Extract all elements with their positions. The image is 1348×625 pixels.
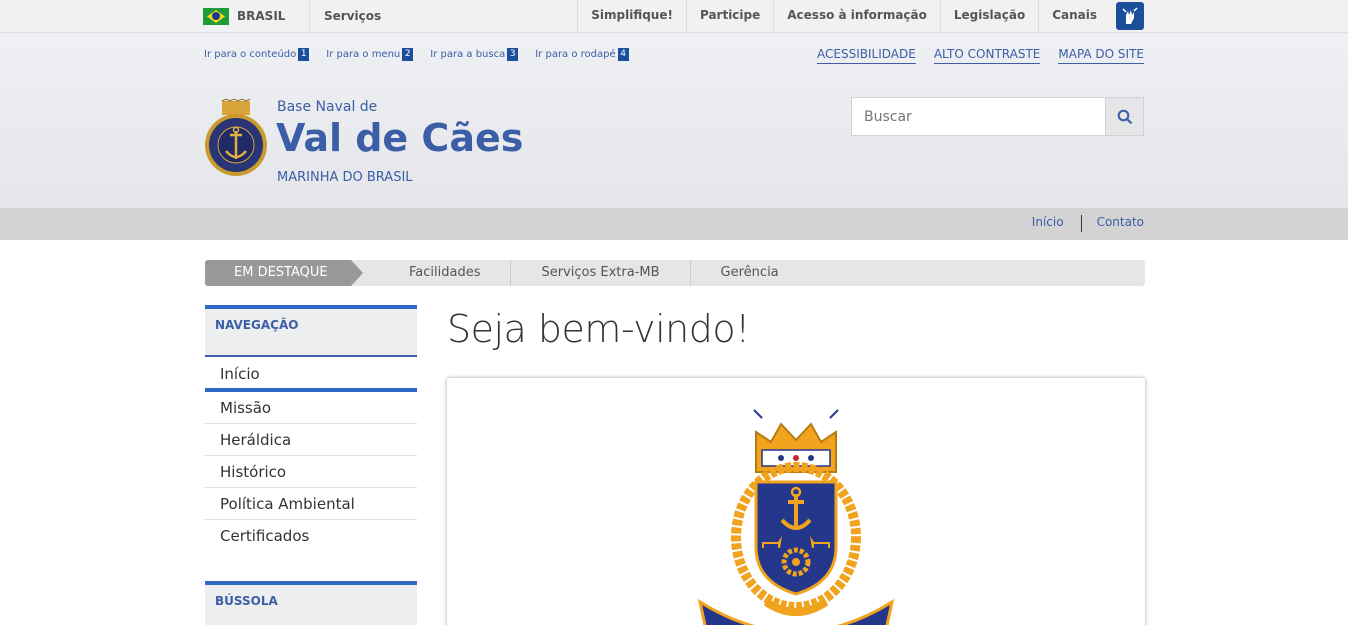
contato-link[interactable]: Contato — [1097, 215, 1144, 232]
simplifique-link[interactable]: Simplifique! — [577, 0, 686, 33]
search-input[interactable] — [852, 98, 1106, 135]
servicos-link[interactable]: Serviços — [324, 9, 381, 23]
sidebar-item-missao[interactable]: Missão — [205, 392, 417, 424]
search-button[interactable] — [1105, 98, 1143, 135]
sidebar: NAVEGAÇÃO Início Missão Heráldica Histór… — [205, 305, 417, 625]
search-icon — [1117, 109, 1132, 124]
site-subtitle: MARINHA DO BRASIL — [277, 170, 413, 185]
brazil-flag-icon[interactable] — [203, 8, 229, 25]
site-pretitle: Base Naval de — [277, 99, 378, 115]
divider — [1080, 215, 1082, 232]
sidebar-item-inicio[interactable]: Início — [205, 357, 417, 392]
participe-link[interactable]: Participe — [685, 0, 773, 33]
skip-to-content-link[interactable]: Ir para o conteúdo 1 — [204, 48, 310, 61]
page-title: Seja bem-vindo! — [447, 307, 750, 351]
vlibras-hands-icon[interactable] — [1116, 2, 1144, 30]
skip-to-footer-link[interactable]: Ir para o rodapé 4 — [535, 48, 629, 61]
canais-link[interactable]: Canais — [1038, 0, 1107, 33]
gov-bar: BRASIL Serviços Simplifique! Participe A… — [0, 0, 1348, 33]
featured-label: EM DESTAQUE — [205, 260, 363, 286]
mapa-do-site-link[interactable]: MAPA DO SITE — [1058, 47, 1144, 64]
marinha-logo-icon[interactable] — [204, 98, 268, 183]
acesso-informacao-link[interactable]: Acesso à informação — [773, 0, 940, 33]
brasil-link[interactable]: BRASIL — [237, 9, 285, 23]
facilidades-link[interactable]: Facilidades — [351, 260, 512, 286]
base-crest-icon — [696, 402, 896, 625]
content-panel — [447, 378, 1145, 625]
skip-to-search-link[interactable]: Ir para a busca 3 — [430, 48, 519, 61]
acessibilidade-link[interactable]: ACESSIBILIDADE — [817, 47, 916, 64]
nav-heading: NAVEGAÇÃO — [205, 305, 417, 357]
sidebar-item-historico[interactable]: Histórico — [205, 456, 417, 488]
alto-contraste-link[interactable]: ALTO CONTRASTE — [933, 47, 1041, 64]
servicos-extra-mb-link[interactable]: Serviços Extra-MB — [511, 260, 691, 286]
site-title[interactable]: Val de Cães — [276, 116, 523, 160]
service-bar: Início Contato — [0, 208, 1348, 240]
sidebar-item-politica-ambiental[interactable]: Política Ambiental — [205, 488, 417, 520]
search-box — [851, 97, 1144, 136]
bussola-heading: BÚSSOLA — [205, 581, 417, 625]
access-keys: Ir para o conteúdo 1 Ir para o menu 2 Ir p… — [204, 48, 646, 61]
site-header: Ir para o conteúdo 1 Ir para o menu 2 Ir p… — [0, 33, 1348, 208]
inicio-link[interactable]: Início — [1032, 215, 1064, 232]
sidebar-item-heraldica[interactable]: Heráldica — [205, 424, 417, 456]
legislacao-link[interactable]: Legislação — [939, 0, 1038, 33]
skip-to-menu-link[interactable]: Ir para o menu 2 — [326, 48, 414, 61]
gerencia-link[interactable]: Gerência — [691, 260, 809, 286]
sidebar-item-certificados[interactable]: Certificados — [205, 520, 417, 552]
featured-bar: EM DESTAQUE Facilidades Serviços Extra-M… — [205, 260, 1145, 286]
